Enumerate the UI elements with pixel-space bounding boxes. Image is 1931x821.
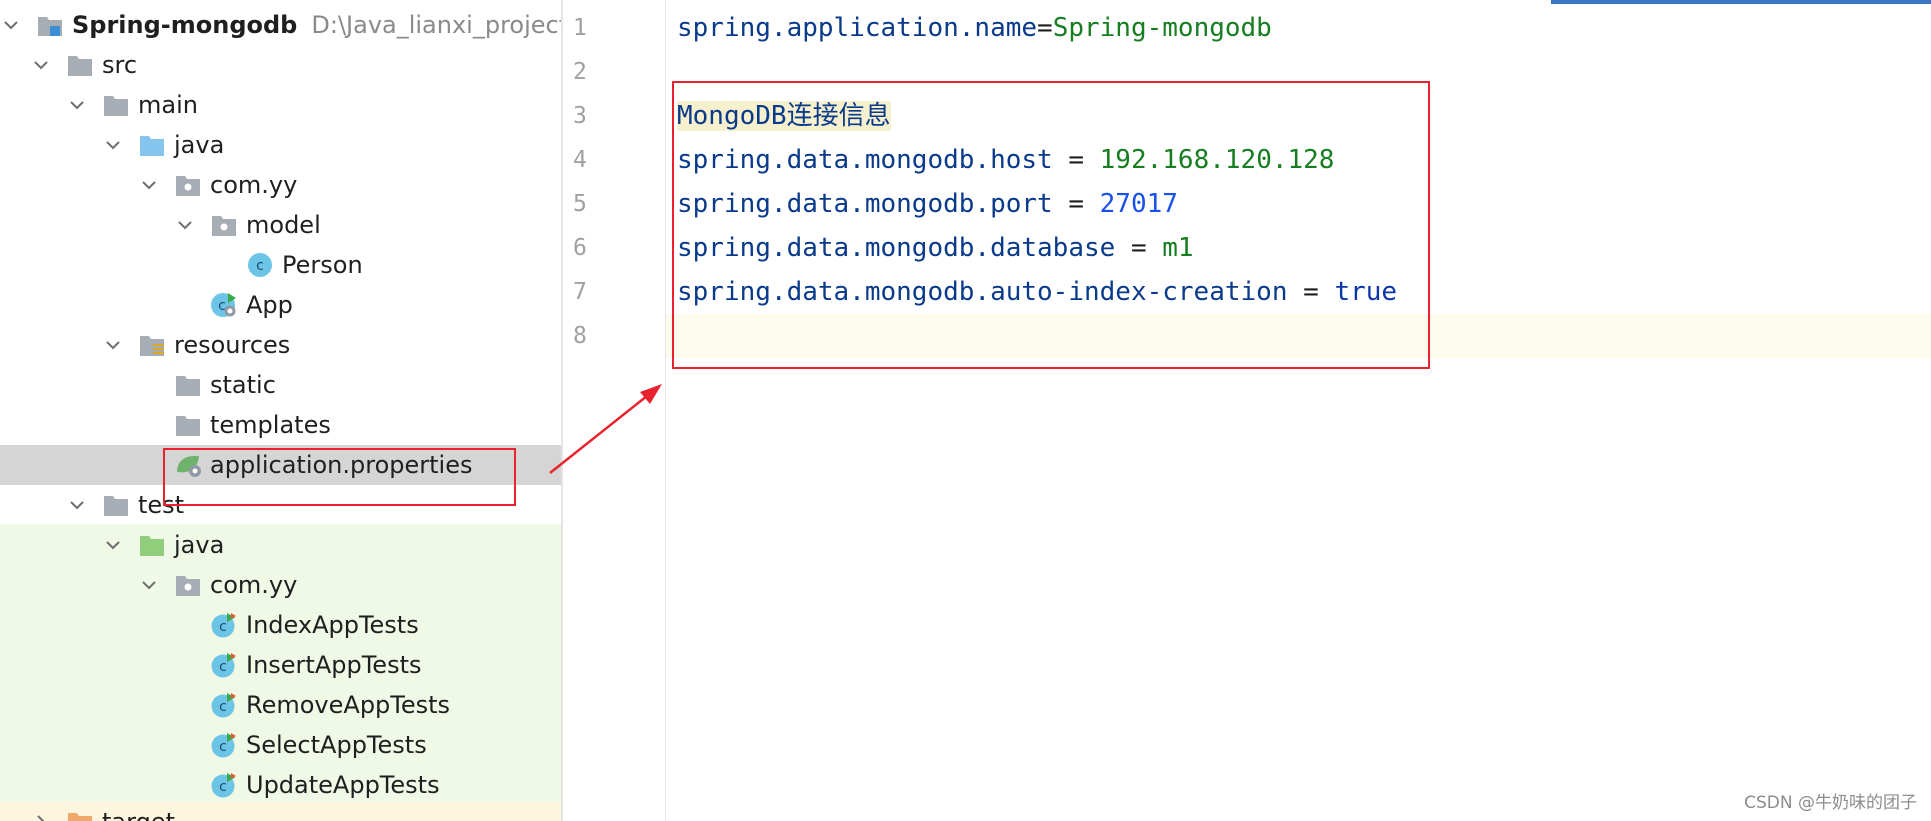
- test-class-icon: c: [210, 772, 238, 798]
- folder-icon: [102, 492, 130, 518]
- tree-item-select-app-tests[interactable]: c SelectAppTests: [0, 725, 561, 765]
- folder-icon: [174, 372, 202, 398]
- tree-item-static[interactable]: static: [0, 365, 561, 405]
- line-number: 8: [573, 323, 587, 349]
- test-class-icon: c: [210, 692, 238, 718]
- tree-item-src[interactable]: src: [0, 45, 561, 85]
- tree-item-label: RemoveAppTests: [246, 691, 451, 719]
- tree-item-java-test[interactable]: java: [0, 525, 561, 565]
- tree-item-label: java: [174, 531, 225, 559]
- code-line-1[interactable]: spring.application.name=Spring-mongodb: [677, 6, 1272, 50]
- test-root-folder-icon: [138, 532, 166, 558]
- chevron-down-icon[interactable]: [2, 16, 20, 34]
- property-key: spring.application.name: [677, 13, 1038, 43]
- tree-item-label: model: [246, 211, 321, 239]
- tree-item-target[interactable]: target: [0, 802, 561, 821]
- chevron-down-icon[interactable]: [104, 136, 122, 154]
- module-folder-icon: [36, 12, 64, 38]
- svg-text:c: c: [256, 258, 264, 274]
- excluded-folder-icon: [66, 809, 94, 821]
- package-icon: [210, 212, 238, 238]
- tree-item-update-app-tests[interactable]: c UpdateAppTests: [0, 765, 561, 805]
- module-path: D:\Java_lianxi_project\ni: [311, 11, 561, 39]
- svg-text:c: c: [219, 659, 227, 675]
- tree-item-label: main: [138, 91, 198, 119]
- tree-item-label: SelectAppTests: [246, 731, 427, 759]
- svg-text:c: c: [219, 779, 227, 795]
- tree-item-resources[interactable]: resources: [0, 325, 561, 365]
- tree-item-label: InsertAppTests: [246, 651, 422, 679]
- tree-item-label: com.yy: [210, 571, 298, 599]
- tree-item-app[interactable]: c App: [0, 285, 561, 325]
- tree-item-index-app-tests[interactable]: c IndexAppTests: [0, 605, 561, 645]
- package-icon: [174, 572, 202, 598]
- tree-item-model[interactable]: model: [0, 205, 561, 245]
- package-icon: [174, 172, 202, 198]
- chevron-down-icon[interactable]: [140, 576, 158, 594]
- line-number: 4: [573, 147, 587, 173]
- tree-item-label: Person: [282, 251, 363, 279]
- annotation-arrow: [549, 384, 662, 474]
- annotation-box-config: [672, 81, 1430, 369]
- spring-boot-app-icon: c: [210, 292, 238, 318]
- chevron-down-icon[interactable]: [104, 336, 122, 354]
- chevron-down-icon[interactable]: [176, 216, 194, 234]
- tree-item-label: static: [210, 371, 276, 399]
- project-tree: Spring-mongodb D:\Java_lianxi_project\ni…: [0, 0, 561, 821]
- tree-item-label: java: [174, 131, 225, 159]
- folder-icon: [66, 52, 94, 78]
- property-separator: =: [1037, 13, 1053, 43]
- tree-item-person[interactable]: c Person: [0, 245, 561, 285]
- line-number: 3: [573, 103, 587, 129]
- test-class-icon: c: [210, 652, 238, 678]
- chevron-down-icon[interactable]: [68, 96, 86, 114]
- tree-item-label: target: [102, 802, 175, 821]
- folder-icon: [174, 412, 202, 438]
- chevron-down-icon[interactable]: [32, 56, 50, 74]
- tree-item-remove-app-tests[interactable]: c RemoveAppTests: [0, 685, 561, 725]
- tree-item-label: App: [246, 291, 293, 319]
- tree-item-label: templates: [210, 411, 331, 439]
- test-class-icon: c: [210, 612, 238, 638]
- resources-folder-icon: [138, 332, 166, 358]
- line-number: 5: [573, 191, 587, 217]
- chevron-down-icon[interactable]: [68, 496, 86, 514]
- tree-item-label: IndexAppTests: [246, 611, 419, 639]
- java-class-icon: c: [246, 252, 274, 278]
- svg-text:c: c: [219, 739, 227, 755]
- tree-item-insert-app-tests[interactable]: c InsertAppTests: [0, 645, 561, 685]
- tree-item-label: UpdateAppTests: [246, 771, 440, 799]
- chevron-right-icon[interactable]: [32, 813, 50, 821]
- line-number: 7: [573, 279, 587, 305]
- module-name: Spring-mongodb: [72, 11, 298, 39]
- line-number: 1: [573, 15, 587, 41]
- svg-text:c: c: [219, 699, 227, 715]
- tree-item-label: com.yy: [210, 171, 298, 199]
- svg-text:c: c: [219, 619, 227, 635]
- source-root-folder-icon: [138, 132, 166, 158]
- property-value: Spring-mongodb: [1052, 13, 1272, 43]
- chevron-down-icon[interactable]: [104, 536, 122, 554]
- tree-item-com-yy[interactable]: com.yy: [0, 165, 561, 205]
- tree-item-label: src: [102, 51, 138, 79]
- tree-item-java-main[interactable]: java: [0, 125, 561, 165]
- line-number: 2: [573, 59, 587, 85]
- line-number: 6: [573, 235, 587, 261]
- folder-icon: [102, 92, 130, 118]
- tree-item-spring-mongodb[interactable]: Spring-mongodb D:\Java_lianxi_project\ni: [0, 5, 561, 45]
- annotation-box-file: [163, 448, 516, 506]
- test-class-icon: c: [210, 732, 238, 758]
- tree-item-com-yy-test[interactable]: com.yy: [0, 565, 561, 605]
- chevron-down-icon[interactable]: [140, 176, 158, 194]
- tree-item-main[interactable]: main: [0, 85, 561, 125]
- tree-item-templates[interactable]: templates: [0, 405, 561, 445]
- tree-item-label: resources: [174, 331, 291, 359]
- watermark: CSDN @牛奶味的团子: [1744, 793, 1917, 813]
- active-tab-indicator: [1551, 0, 1931, 4]
